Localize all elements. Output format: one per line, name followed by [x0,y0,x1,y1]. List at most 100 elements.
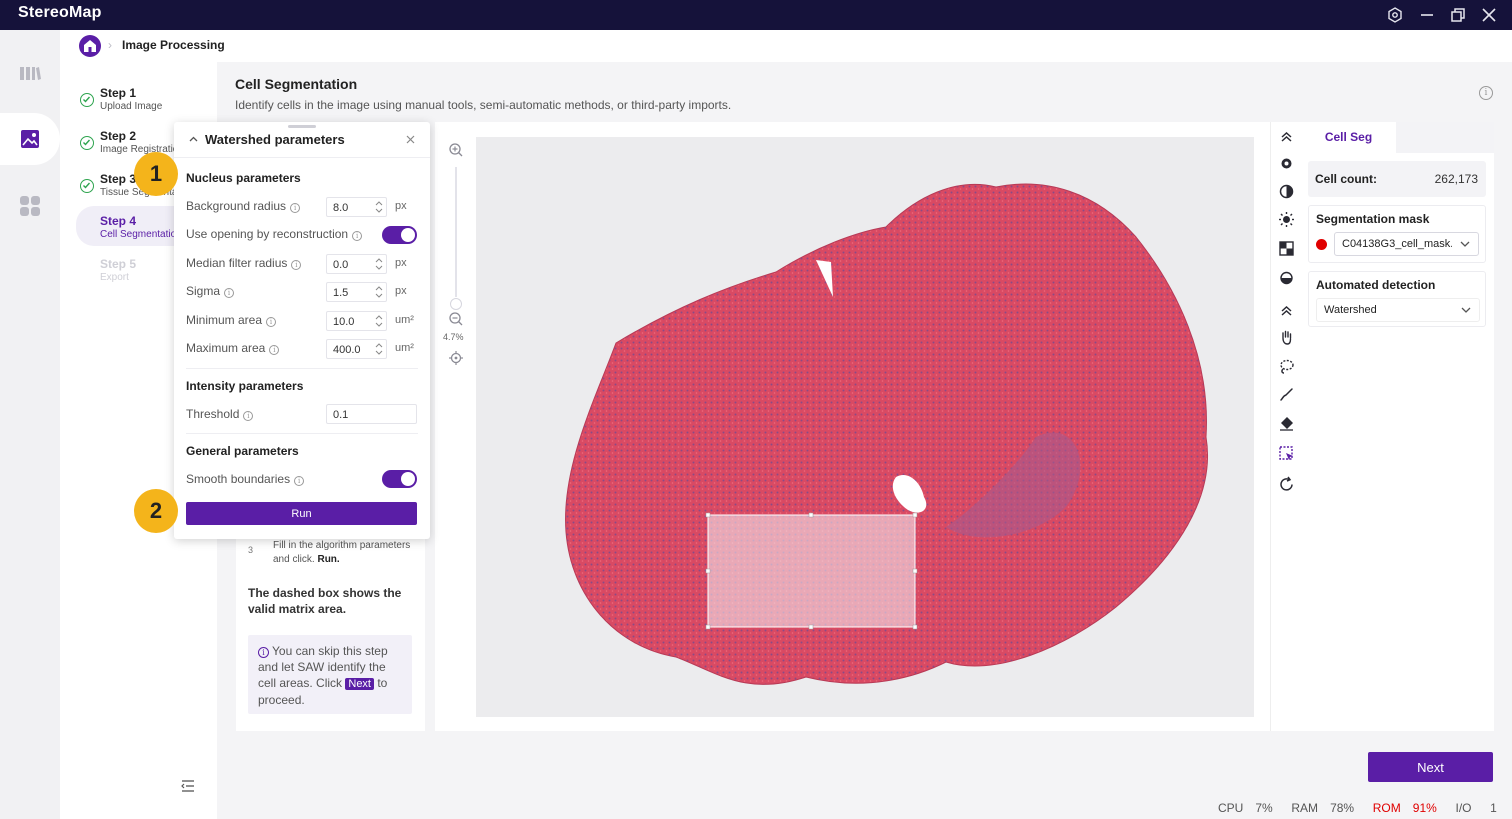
image-viewport[interactable] [476,137,1254,717]
image-processing-icon[interactable] [17,126,43,152]
zoom-in-icon[interactable] [448,142,464,158]
help-icon[interactable]: i [269,345,280,355]
minimum-area-input[interactable]: 10.0 [326,311,387,331]
zoom-controls: 4.7% [435,122,475,731]
adjust-icon[interactable] [1278,155,1295,172]
tab-cell-seg[interactable]: Cell Seg [1301,122,1396,153]
stepper-icon[interactable] [375,342,383,356]
stepper-icon[interactable] [375,285,383,299]
stepper-icon[interactable] [375,314,383,328]
io-value: 1 [1490,801,1497,815]
tissue-image [565,183,1208,685]
input-value: 10.0 [333,316,355,328]
callout-badge-1: 1 [134,152,178,196]
check-icon [80,93,94,107]
minimize-icon[interactable] [1418,6,1436,24]
restore-icon[interactable] [1449,6,1467,24]
help-icon[interactable]: i [291,260,302,270]
chevron-up-icon[interactable] [188,134,199,145]
label-text: Use opening by reconstruction [186,227,349,241]
instruction-step-text: Fill in the algorithm parameters and cli… [273,539,413,567]
popup-header: Watershed parameters [174,122,430,158]
chevron-down-icon [1459,238,1471,250]
divider [186,368,418,369]
stepper-icon[interactable] [375,257,383,271]
zoom-out-icon[interactable] [448,311,464,327]
eraser-icon[interactable] [1278,415,1295,432]
chevron-down-icon [1460,304,1472,316]
maximum-area-input[interactable]: 400.0 [326,339,387,359]
median-filter-radius-input[interactable]: 0.0 [326,254,387,274]
info-icon[interactable]: i [1479,86,1493,100]
settings-icon[interactable] [1386,6,1404,24]
help-icon[interactable]: i [290,203,301,213]
image-canvas[interactable] [475,122,1270,731]
close-icon[interactable] [405,134,416,145]
check-icon [80,179,94,193]
title-bar: StereoMap [0,0,1512,30]
ram-label: RAM [1291,801,1319,815]
sigma-input[interactable]: 1.5 [326,282,387,302]
library-icon[interactable] [17,60,43,86]
automated-detection-label: Automated detection [1316,278,1436,292]
popup-title: Watershed parameters [205,132,345,147]
breadcrumb-separator: › [108,38,112,52]
automated-detection-card: Automated detection Watershed [1308,271,1486,327]
apps-icon[interactable] [17,193,43,219]
collapse-up-icon[interactable] [1278,128,1295,145]
next-button[interactable]: Next [1368,752,1493,782]
segmentation-mask-select[interactable]: C04138G3_cell_mask.tif [1334,232,1479,256]
matrix-area-note: The dashed box shows the valid matrix ar… [248,586,402,616]
smooth-boundaries-label: Smooth boundaries i [186,472,305,486]
run-button[interactable]: Run [186,502,417,525]
brightness-icon[interactable] [1278,211,1295,228]
help-icon[interactable]: i [266,317,277,327]
brush-icon[interactable] [1278,386,1295,403]
zoom-slider-handle[interactable] [450,298,462,310]
close-icon[interactable] [1480,6,1498,24]
breadcrumb-current[interactable]: Image Processing [122,38,225,52]
page-subtitle: Identify cells in the image using manual… [235,98,732,112]
skip-tip: i You can skip this step and let SAW iden… [248,635,412,714]
callout-badge-2: 2 [134,489,178,533]
nucleus-section-title: Nucleus parameters [186,171,301,185]
background-radius-input[interactable]: 8.0 [326,197,387,217]
detection-method-select[interactable]: Watershed [1316,298,1480,322]
label-text: Maximum area [186,341,266,355]
general-section-title: General parameters [186,444,299,458]
cell-count-value: 262,173 [1434,172,1478,186]
locate-icon[interactable] [448,350,464,366]
instruction-step-number: 3 [248,545,254,555]
lasso-icon[interactable] [1278,358,1295,375]
threshold-input[interactable]: 0.1 [326,404,417,424]
cell-count-label: Cell count: [1315,172,1377,186]
help-icon[interactable]: i [294,476,305,486]
instruction-text: Fill in the algorithm parameters and cli… [273,540,411,565]
input-value: 1.5 [333,287,349,299]
collapse-up-icon[interactable] [1278,302,1295,319]
contrast-icon[interactable] [1278,183,1295,200]
mask-color-dot[interactable] [1316,239,1327,250]
io-label: I/O [1455,801,1472,815]
step-title: Step 5 [100,257,137,271]
home-icon[interactable] [79,35,101,57]
toggle-knob [401,228,415,242]
checkerboard-icon[interactable] [1278,240,1295,257]
help-icon[interactable]: i [352,231,363,241]
collapse-menu-icon[interactable] [180,778,196,794]
unit-label: um² [395,314,414,326]
zoom-slider-track[interactable] [455,167,457,297]
status-bar: CPU 7% RAM 78% ROM 91% I/O 1 [1218,801,1499,815]
input-value: 8.0 [333,202,349,214]
input-value: 0.0 [333,259,349,271]
rotate-icon[interactable] [1278,476,1295,493]
select-icon[interactable] [1278,445,1295,462]
help-icon[interactable]: i [224,288,235,298]
drop-icon[interactable] [1278,269,1295,286]
step-item-1[interactable]: Step 1 Upload Image [80,84,217,124]
stepper-icon[interactable] [375,200,383,214]
hand-icon[interactable] [1278,329,1295,346]
help-icon[interactable]: i [243,411,254,421]
opening-reconstruction-toggle[interactable] [382,226,417,244]
smooth-boundaries-toggle[interactable] [382,470,417,488]
